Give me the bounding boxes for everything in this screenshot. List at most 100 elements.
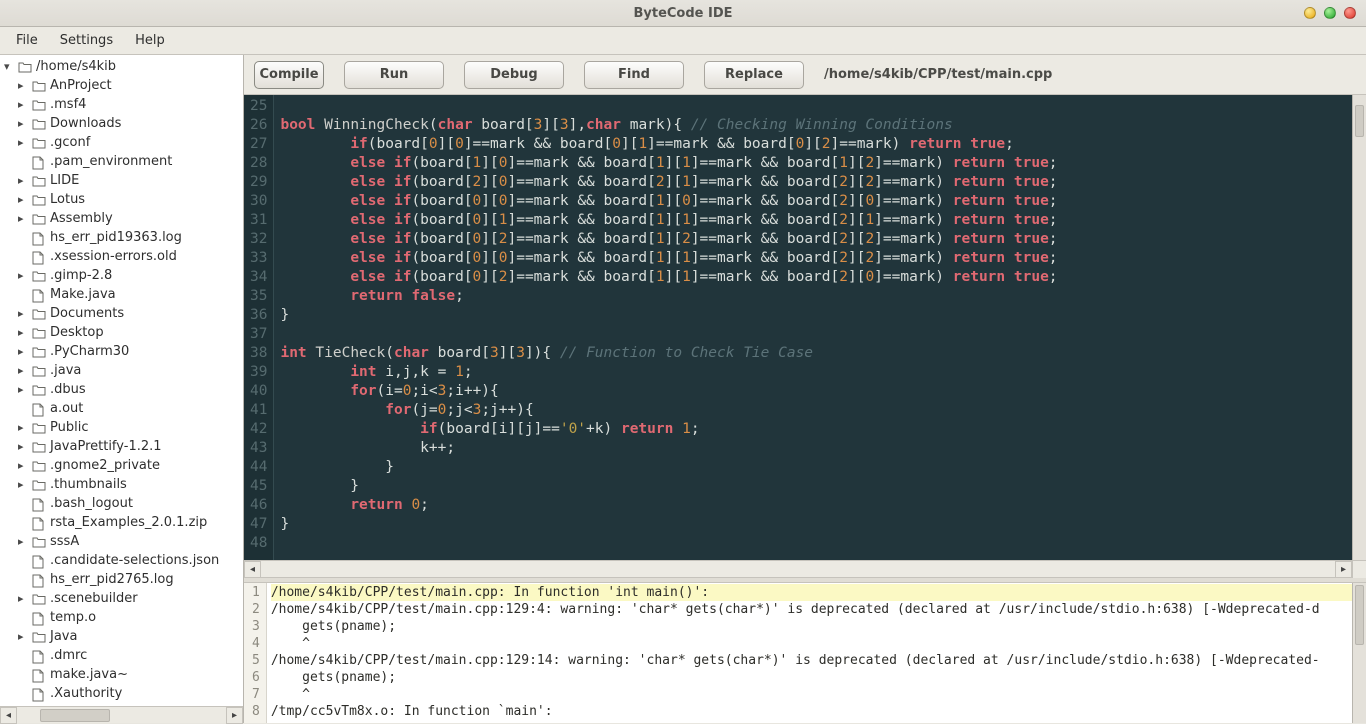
chevron-right-icon[interactable]: ▸ [18, 383, 28, 396]
chevron-right-icon[interactable]: ▸ [18, 136, 28, 149]
code-line[interactable]: else if(board[0][0]==mark && board[1][0]… [280, 192, 1057, 211]
chevron-right-icon[interactable]: ▸ [18, 630, 28, 643]
code-line[interactable]: int TieCheck(char board[3][3]){ // Funct… [280, 344, 1057, 363]
chevron-right-icon[interactable]: ▸ [18, 193, 28, 206]
chevron-right-icon[interactable]: ▸ [18, 79, 28, 92]
tree-item[interactable]: .bash_logout [0, 494, 243, 513]
code-line[interactable]: } [280, 515, 1057, 534]
scroll-left-icon[interactable]: ◂ [244, 561, 261, 578]
debug-button[interactable]: Debug [464, 61, 564, 89]
tree-item[interactable]: ▸Lotus [0, 190, 243, 209]
editor-vscroll[interactable] [1352, 95, 1366, 560]
chevron-right-icon[interactable]: ▸ [18, 459, 28, 472]
menu-file[interactable]: File [6, 30, 48, 51]
maximize-button[interactable] [1324, 7, 1336, 19]
chevron-right-icon[interactable]: ▸ [18, 345, 28, 358]
tree-item[interactable]: ▸.PyCharm30 [0, 342, 243, 361]
replace-button[interactable]: Replace [704, 61, 804, 89]
code-line[interactable]: else if(board[2][0]==mark && board[2][1]… [280, 173, 1057, 192]
console-line[interactable]: /tmp/cc5vTm8x.o: In function `main': [271, 703, 1352, 720]
chevron-right-icon[interactable]: ▸ [18, 440, 28, 453]
tree-item[interactable]: ▸Desktop [0, 323, 243, 342]
code-line[interactable]: if(board[i][j]=='0'+k) return 1; [280, 420, 1057, 439]
run-button[interactable]: Run [344, 61, 444, 89]
code-line[interactable] [280, 97, 1057, 116]
code-editor[interactable]: 2526272829303132333435363738394041424344… [244, 95, 1352, 560]
chevron-right-icon[interactable]: ▸ [18, 478, 28, 491]
code-line[interactable]: for(i=0;i<3;i++){ [280, 382, 1057, 401]
tree-item[interactable]: .Xauthority [0, 684, 243, 703]
tree-item[interactable]: ▸Public [0, 418, 243, 437]
tree-item[interactable]: .pam_environment [0, 152, 243, 171]
code-line[interactable]: return false; [280, 287, 1057, 306]
console-text[interactable]: /home/s4kib/CPP/test/main.cpp: In functi… [267, 583, 1352, 723]
minimize-button[interactable] [1304, 7, 1316, 19]
chevron-right-icon[interactable]: ▸ [18, 269, 28, 282]
editor-code[interactable]: bool WinningCheck(char board[3][3],char … [274, 95, 1057, 560]
tree-root[interactable]: ▾/home/s4kib [0, 57, 243, 76]
code-line[interactable]: else if(board[0][1]==mark && board[1][1]… [280, 211, 1057, 230]
tree-item[interactable]: hs_err_pid19363.log [0, 228, 243, 247]
tree-hscroll[interactable]: ◂ ▸ [0, 706, 243, 723]
tree-item[interactable]: Make.java [0, 285, 243, 304]
code-line[interactable]: } [280, 477, 1057, 496]
menu-settings[interactable]: Settings [50, 30, 123, 51]
console-line[interactable]: /home/s4kib/CPP/test/main.cpp: In functi… [271, 584, 1352, 601]
tree-item[interactable]: ▸.gnome2_private [0, 456, 243, 475]
console-line[interactable]: /home/s4kib/CPP/test/main.cpp:129:4: war… [271, 601, 1352, 618]
tree-item[interactable]: ▸.gimp-2.8 [0, 266, 243, 285]
editor-hscroll[interactable]: ◂ ▸ [244, 560, 1366, 577]
code-line[interactable]: bool WinningCheck(char board[3][3],char … [280, 116, 1057, 135]
tree-item[interactable]: ▸.thumbnails [0, 475, 243, 494]
code-line[interactable]: } [280, 306, 1057, 325]
tree-item[interactable]: temp.o [0, 608, 243, 627]
tree-hscroll-thumb[interactable] [40, 709, 110, 722]
tree-item[interactable]: make.java~ [0, 665, 243, 684]
code-line[interactable]: int i,j,k = 1; [280, 363, 1057, 382]
chevron-right-icon[interactable]: ▸ [18, 98, 28, 111]
chevron-right-icon[interactable]: ▸ [18, 364, 28, 377]
tree-item[interactable]: ▸.scenebuilder [0, 589, 243, 608]
find-button[interactable]: Find [584, 61, 684, 89]
tree-item[interactable]: ▸Assembly [0, 209, 243, 228]
chevron-right-icon[interactable]: ▸ [18, 307, 28, 320]
code-line[interactable]: else if(board[0][2]==mark && board[1][1]… [280, 268, 1057, 287]
close-button[interactable] [1344, 7, 1356, 19]
tree-item[interactable]: hs_err_pid2765.log [0, 570, 243, 589]
tree-item[interactable]: ▸sssA [0, 532, 243, 551]
code-line[interactable]: for(j=0;j<3;j++){ [280, 401, 1057, 420]
console-line[interactable]: /home/s4kib/CPP/test/main.cpp:129:14: wa… [271, 652, 1352, 669]
tree-item[interactable]: ▸.dbus [0, 380, 243, 399]
chevron-right-icon[interactable]: ▸ [18, 535, 28, 548]
chevron-right-icon[interactable]: ▸ [18, 592, 28, 605]
chevron-down-icon[interactable]: ▾ [4, 60, 14, 73]
chevron-right-icon[interactable]: ▸ [18, 117, 28, 130]
code-line[interactable]: else if(board[0][2]==mark && board[1][2]… [280, 230, 1057, 249]
tree-item[interactable]: ▸AnProject [0, 76, 243, 95]
tree-item[interactable]: ▸.java [0, 361, 243, 380]
tree[interactable]: ▾/home/s4kib▸AnProject▸.msf4▸Downloads▸.… [0, 55, 243, 706]
build-output[interactable]: 12345678 /home/s4kib/CPP/test/main.cpp: … [244, 583, 1352, 723]
tree-item[interactable]: ▸Documents [0, 304, 243, 323]
tree-item[interactable]: a.out [0, 399, 243, 418]
console-line[interactable]: gets(pname); [271, 669, 1352, 686]
tree-item[interactable]: ▸Downloads [0, 114, 243, 133]
code-line[interactable]: k++; [280, 439, 1057, 458]
scroll-left-icon[interactable]: ◂ [0, 707, 17, 724]
console-line[interactable]: ^ [271, 686, 1352, 703]
chevron-right-icon[interactable]: ▸ [18, 421, 28, 434]
menu-help[interactable]: Help [125, 30, 175, 51]
tree-item[interactable]: .xsession-errors.old [0, 247, 243, 266]
code-line[interactable]: if(board[0][0]==mark && board[0][1]==mar… [280, 135, 1057, 154]
console-line[interactable]: gets(pname); [271, 618, 1352, 635]
chevron-right-icon[interactable]: ▸ [18, 326, 28, 339]
scroll-right-icon[interactable]: ▸ [1335, 561, 1352, 578]
compile-button[interactable]: Compile [254, 61, 324, 89]
code-line[interactable]: return 0; [280, 496, 1057, 515]
code-line[interactable] [280, 325, 1057, 344]
console-vscroll-thumb[interactable] [1355, 585, 1364, 645]
editor-vscroll-thumb[interactable] [1355, 105, 1364, 137]
tree-item[interactable]: ▸.gconf [0, 133, 243, 152]
code-line[interactable]: else if(board[1][0]==mark && board[1][1]… [280, 154, 1057, 173]
tree-item[interactable]: .candidate-selections.json [0, 551, 243, 570]
